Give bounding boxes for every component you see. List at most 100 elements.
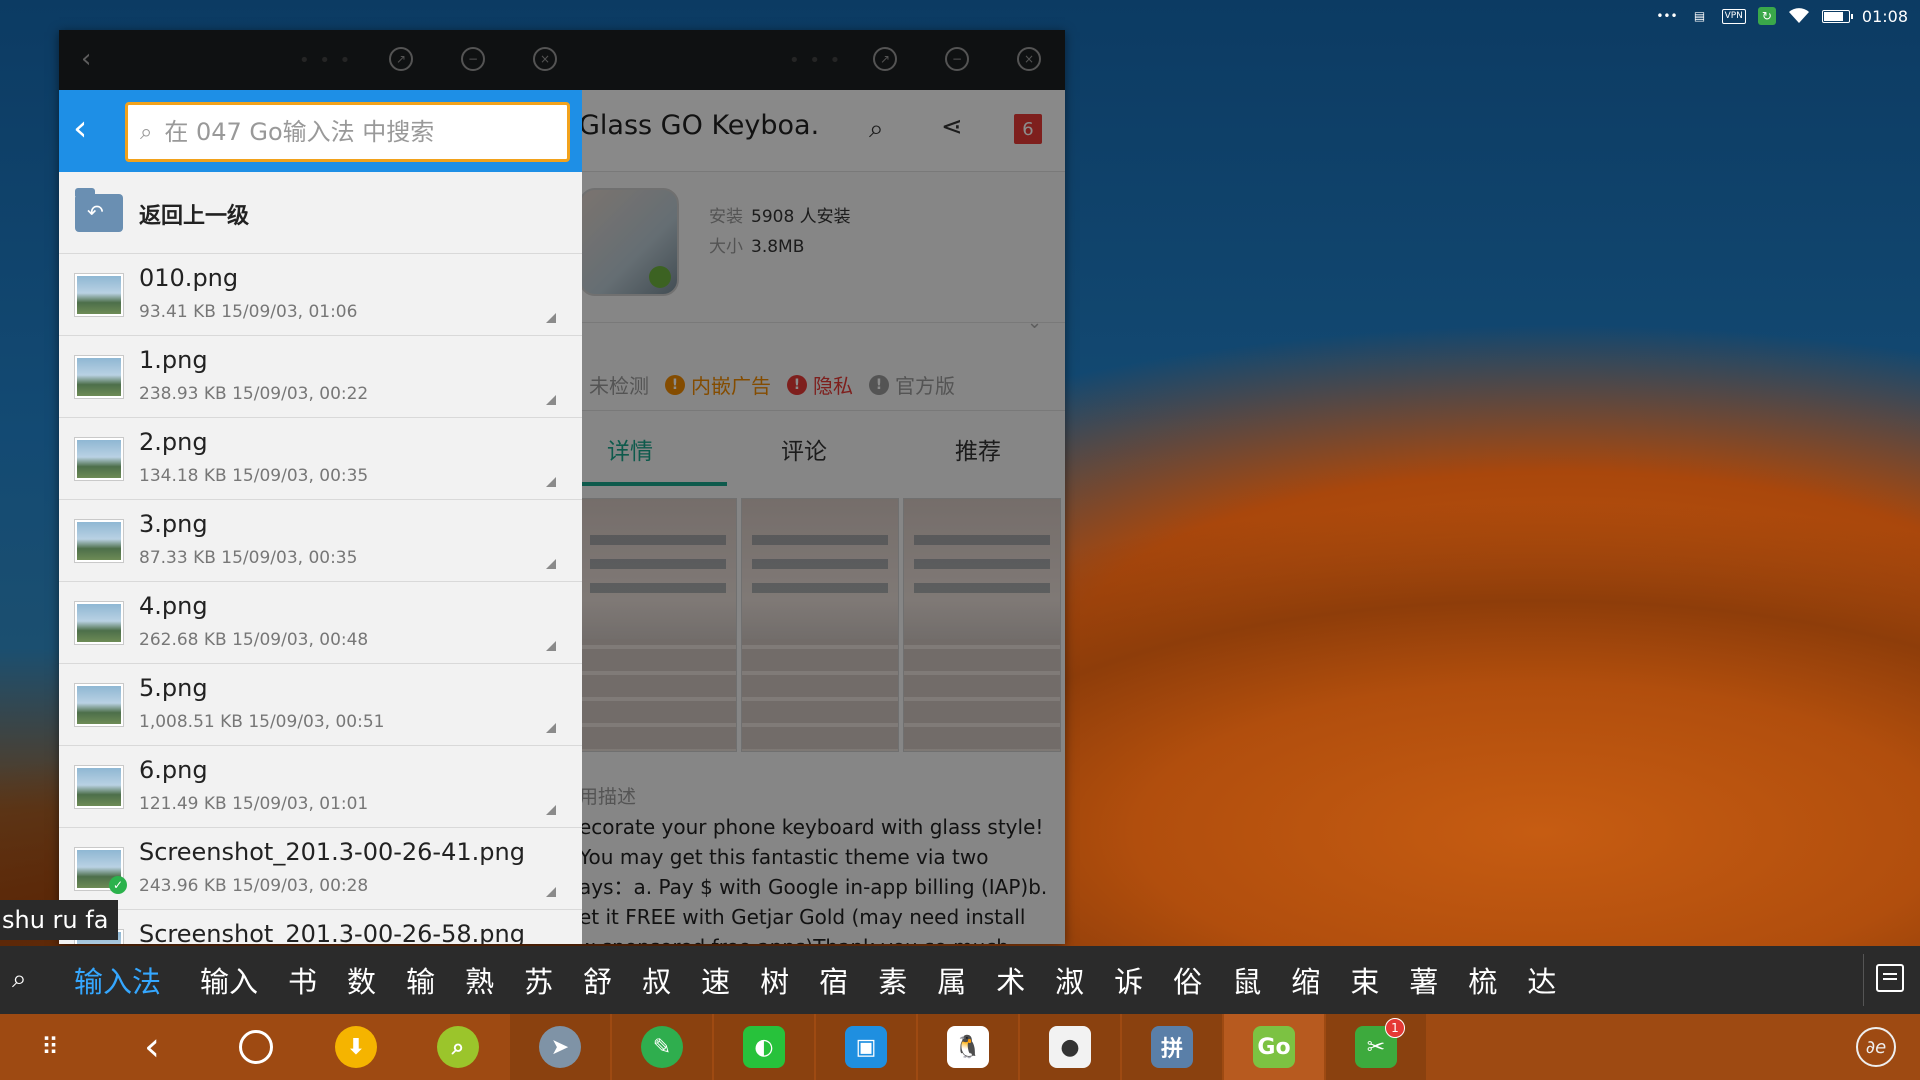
nut-app-icon: ● [1049,1026,1091,1068]
taskbar-app[interactable]: 🐧 [918,1014,1018,1080]
nav-home-icon[interactable] [236,1014,276,1080]
up-one-level-label: 返回上一级 [139,204,250,229]
file-name: 6.png [139,756,208,784]
ime-candidate[interactable]: 树 [745,959,804,1001]
ime-candidate[interactable]: 缩 [1276,959,1335,1001]
taskbar-app[interactable]: ◐ [714,1014,814,1080]
file-meta: 243.96 KB 15/09/03, 00:28 [139,876,369,896]
file-row[interactable]: 2.png 134.18 KB 15/09/03, 00:35 [59,418,582,500]
taskbar-app[interactable]: ● [1020,1014,1120,1080]
pinyin-ime-icon: 拼 [1151,1026,1193,1068]
battery-icon [1821,9,1853,23]
candidate-menu-icon[interactable] [1876,964,1904,992]
taskbar-app[interactable]: ➤ [510,1014,610,1080]
file-name: 010.png [139,264,239,292]
wifi-icon [1788,6,1810,26]
sim-icon: ▤ [1693,9,1706,23]
app-notify-icon: ↻ [1757,7,1776,25]
ime-candidate-bar: ⌕ 输入法 输入书数输熟苏舒叔速树宿素属术淑诉俗鼠缩束薯梳达 [0,946,1920,1014]
image-thumbnail-icon [75,602,123,644]
battery-level [1823,11,1844,21]
ime-candidate[interactable]: 数 [332,959,391,1001]
search-icon[interactable]: ⌕ [12,964,27,995]
feather-app-icon: ✂ 1 [1355,1018,1405,1068]
taskbar-app[interactable]: 拼 [1122,1014,1222,1080]
ime-candidate[interactable]: 熟 [450,959,509,1001]
file-meta: 87.33 KB 15/09/03, 00:35 [139,548,358,568]
file-row[interactable]: 3.png 87.33 KB 15/09/03, 00:35 [59,500,582,582]
assistant-icon[interactable]: ∂e [1856,1027,1896,1067]
app-glyph: 拼 [1160,1037,1183,1062]
search-app-icon: ⌕ [437,1026,479,1068]
app-glyph: ▣ [855,1034,877,1060]
qq-icon: 🐧 [947,1026,989,1068]
app-glyph: Go [1257,1034,1291,1060]
app-grid-icon[interactable]: ⠿ [28,1014,72,1080]
ime-candidate[interactable]: 术 [981,959,1040,1001]
ime-candidate[interactable]: 苏 [509,959,568,1001]
check-icon: ✓ [109,876,127,894]
ime-candidate[interactable]: 输入法 [60,959,185,1001]
ime-candidate[interactable]: 书 [273,959,332,1001]
taskbar-app[interactable]: Go [1224,1014,1324,1080]
file-name: 4.png [139,592,208,620]
nav-back-icon[interactable]: ‹ [130,1014,174,1080]
image-thumbnail-icon [75,274,123,316]
ime-candidate[interactable]: 薯 [1394,959,1453,1001]
file-name: 2.png [139,428,208,456]
ime-composing-text: shu ru fa [0,900,118,940]
more-dots-icon: ••• [1656,9,1678,23]
ime-candidate[interactable]: 属 [922,959,981,1001]
image-thumbnail-icon [75,438,123,480]
file-list: ↶ 返回上一级 010.png 93.41 KB 15/09/03, 01:06 1… [59,172,582,944]
taskbar-app[interactable]: ✎ [612,1014,712,1080]
file-meta: 1,008.51 KB 15/09/03, 00:51 [139,712,385,732]
taskbar-app[interactable]: ✂ 1 [1326,1014,1426,1080]
ime-candidate[interactable]: 达 [1512,959,1571,1001]
taskbar-app[interactable]: ⬇ [306,1014,406,1080]
taskbar-app[interactable]: ▣ [816,1014,916,1080]
back-arrow-icon[interactable]: ‹ [73,108,87,149]
file-row[interactable]: ✓ Screenshot_201.3-00-26-41.png 243.96 KB … [59,828,582,910]
telegram-icon: ➤ [539,1026,581,1068]
app-glyph: ● [1060,1034,1080,1060]
file-row[interactable]: Screenshot_201.3-00-26-58.png [59,910,582,944]
search-box[interactable]: ⌕ [125,102,570,162]
taskbar-app[interactable]: ⌕ [408,1014,508,1080]
ime-candidate[interactable]: 束 [1335,959,1394,1001]
wechat-icon: ◐ [743,1026,785,1068]
ime-candidate[interactable]: 输入 [185,959,273,1001]
up-one-level[interactable]: ↶ 返回上一级 [59,172,582,254]
file-meta: 93.41 KB 15/09/03, 01:06 [139,302,358,322]
file-row[interactable]: 6.png 121.49 KB 15/09/03, 01:01 [59,746,582,828]
app-glyph: ⬇ [346,1034,366,1060]
file-meta: 121.49 KB 15/09/03, 01:01 [139,794,369,814]
ime-candidate[interactable]: 素 [863,959,922,1001]
image-thumbnail-icon [75,520,123,562]
ime-candidate[interactable]: 淑 [1040,959,1099,1001]
candidate-list: 输入法 输入书数输熟苏舒叔速树宿素属术淑诉俗鼠缩束薯梳达 [60,946,1860,1014]
ime-candidate[interactable]: 宿 [804,959,863,1001]
file-row[interactable]: 4.png 262.68 KB 15/09/03, 00:48 [59,582,582,664]
ime-candidate[interactable]: 俗 [1158,959,1217,1001]
vpn-icon: VPN [1721,8,1746,24]
file-row[interactable]: 5.png 1,008.51 KB 15/09/03, 00:51 [59,664,582,746]
file-row[interactable]: 010.png 93.41 KB 15/09/03, 01:06 [59,254,582,336]
ime-candidate[interactable]: 输 [391,959,450,1001]
app-glyph: 🐧 [954,1034,982,1060]
ime-candidate[interactable]: 诉 [1099,959,1158,1001]
corner-indicator-icon [546,313,556,323]
search-icon: ⌕ [140,119,153,145]
folder-back-icon: ↶ [75,188,123,232]
file-row[interactable]: 1.png 238.93 KB 15/09/03, 00:22 [59,336,582,418]
ime-candidate[interactable]: 舒 [568,959,627,1001]
ime-candidate[interactable]: 叔 [627,959,686,1001]
ime-candidate[interactable]: 梳 [1453,959,1512,1001]
status-bar: ••• ▤ VPN ↻ 01:08 [1656,0,1920,32]
search-input[interactable] [164,118,545,146]
ime-candidate[interactable]: 速 [686,959,745,1001]
file-meta: 134.18 KB 15/09/03, 00:35 [139,466,369,486]
ime-candidate[interactable]: 鼠 [1217,959,1276,1001]
corner-indicator-icon [546,887,556,897]
clock: 01:08 [1861,6,1908,26]
